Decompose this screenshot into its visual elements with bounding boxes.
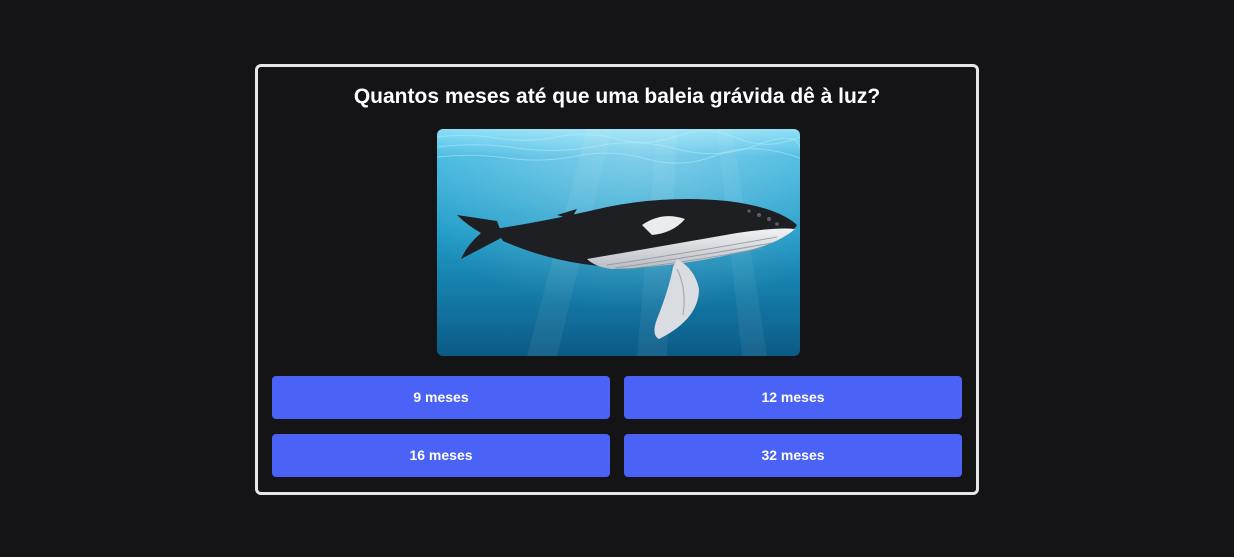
whale-image xyxy=(437,129,800,356)
answer-button-2[interactable]: 12 meses xyxy=(624,376,962,419)
page: Quantos meses até que uma baleia grávida… xyxy=(0,0,1234,557)
question-title: Quantos meses até que uma baleia grávida… xyxy=(353,85,881,108)
answer-button-3[interactable]: 16 meses xyxy=(272,434,610,477)
answer-button-1[interactable]: 9 meses xyxy=(272,376,610,419)
quiz-card: Quantos meses até que uma baleia grávida… xyxy=(255,64,979,495)
answer-button-4[interactable]: 32 meses xyxy=(624,434,962,477)
question-image xyxy=(437,129,800,356)
